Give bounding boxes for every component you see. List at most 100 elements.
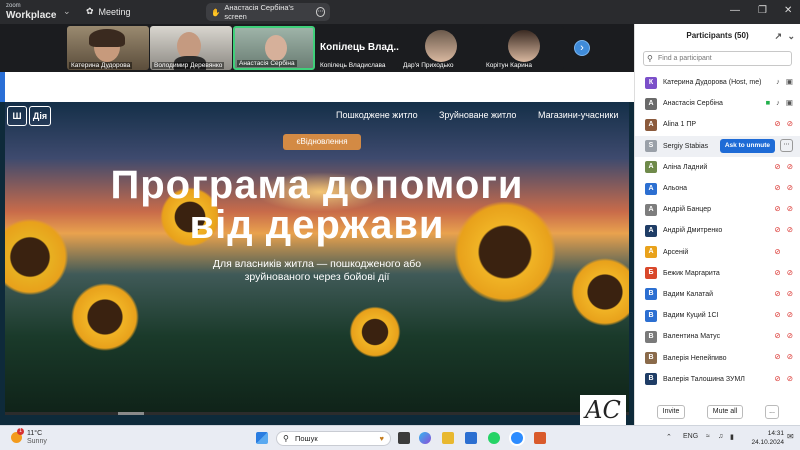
microphone-muted-icon: ⊘	[774, 246, 781, 256]
scrollbar-thumb[interactable]	[118, 412, 144, 415]
participant-list: К Катерина Дудорова (Host, me) ♪ ▣ А Анастасі…	[635, 72, 800, 390]
file-explorer-icon[interactable]	[442, 432, 454, 444]
mute-all-button[interactable]: Mute all	[707, 405, 743, 419]
wifi-icon[interactable]: ≈	[706, 433, 710, 440]
hand-icon: ✋	[211, 7, 221, 17]
video-tile[interactable]: Володимир Деревянко	[150, 26, 232, 70]
participant-row[interactable]: А Андрій Дмитренко ⊘ ⊘	[635, 220, 800, 241]
participant-name: Вадим Калатай	[663, 290, 714, 298]
participant-row[interactable]: А Альона ⊘ ⊘	[635, 178, 800, 199]
video-tile-active[interactable]: Анастасія Сербіна	[233, 26, 315, 70]
video-tile[interactable]: Катерина Дудорова	[67, 26, 149, 70]
task-view-icon[interactable]	[398, 432, 410, 444]
copilot-icon[interactable]	[419, 432, 431, 444]
diia-logo[interactable]: Дія	[29, 106, 51, 126]
whatsapp-icon[interactable]	[488, 432, 500, 444]
volume-icon[interactable]: ♫	[718, 433, 723, 440]
participant-hair	[89, 29, 125, 47]
search-icon: ⚲	[283, 434, 289, 443]
participant-row[interactable]: А Андрій Банцер ⊘ ⊘	[635, 199, 800, 220]
nav-link-damaged[interactable]: Пошкоджене житло	[336, 110, 418, 120]
participant-status-icons: ⊘⊘	[774, 374, 793, 383]
video-tile[interactable]: Дар'я Приходько	[399, 26, 481, 70]
participant-row[interactable]: А Арсеній ⊘⊘	[635, 242, 800, 263]
camera-off-icon: ⊘	[786, 182, 793, 192]
participant-status-icons: ⊘⊘	[774, 289, 793, 298]
participant-row[interactable]: В Вадим Калатай ⊘ ⊘	[635, 284, 800, 305]
avatar: В	[645, 288, 657, 301]
popout-icon[interactable]: ↗	[774, 24, 782, 48]
avatar: А	[645, 224, 657, 237]
weather-widget[interactable]: 1 11°C Sunny	[11, 428, 47, 446]
windows-start-icon[interactable]	[256, 432, 268, 444]
language-indicator[interactable]: ENG	[683, 433, 698, 440]
participant-status-icons: ⊘⊘	[774, 352, 793, 361]
chevron-down-icon[interactable]: ⌄	[63, 6, 71, 17]
participant-face	[265, 35, 287, 61]
participant-row[interactable]: А Анастасія Сербіна ■ ♪ ▣	[635, 93, 800, 114]
close-icon[interactable]: ✕	[784, 5, 792, 16]
avatar: A	[645, 118, 657, 131]
microphone-muted-icon: ⊘	[774, 182, 781, 192]
video-tile-big-name: Копілець Влад...	[320, 42, 402, 53]
more-button[interactable]: ...	[765, 405, 779, 419]
camera-off-icon: ⊘	[786, 310, 793, 320]
minimize-icon[interactable]: —	[730, 5, 740, 16]
participant-row[interactable]: К Катерина Дудорова (Host, me) ♪ ▣	[635, 72, 800, 93]
participant-name: Аліна Ладний	[663, 163, 708, 171]
powerpoint-icon[interactable]	[534, 432, 546, 444]
participant-row[interactable]: В Валентина Матус ⊘ ⊘	[635, 326, 800, 347]
participant-status-icons: ⊘⊘	[774, 310, 793, 319]
tray-chevron-icon[interactable]: ⌃	[666, 433, 672, 441]
trident-logo[interactable]: Ш	[7, 106, 27, 126]
microphone-muted-icon: ⊘	[774, 373, 781, 383]
meeting-menu[interactable]: ✿ Meeting	[86, 6, 131, 17]
participant-row[interactable]: В Валерія Непейпиво ⊘ ⊘	[635, 347, 800, 368]
participant-name: Валентина Матус	[663, 333, 721, 341]
camera-icon: ▣	[785, 98, 793, 108]
participant-row[interactable]: A Alina 1 ПР ⊘ ⊘	[635, 114, 800, 135]
video-tile[interactable]: Корітун Карина	[482, 26, 564, 70]
participant-row[interactable]: S Sergiy Stabias Ask to unmute ⋯	[635, 135, 800, 157]
camera-off-icon: ⊘	[786, 204, 793, 214]
weather-condition: Sunny	[27, 438, 47, 445]
participant-row[interactable]: В Вадим Куций 1СІ ⊘ ⊘	[635, 305, 800, 326]
microphone-muted-icon: ⊘	[774, 310, 781, 320]
avatar: S	[645, 140, 657, 153]
more-options-icon[interactable]: ⋯	[315, 7, 325, 17]
avatar: А	[645, 246, 657, 259]
participant-row[interactable]: А Аліна Ладний ⊘ ⊘	[635, 157, 800, 178]
store-icon[interactable]	[465, 432, 477, 444]
more-options-icon[interactable]: ⋯	[780, 138, 793, 152]
microphone-muted-icon: ⊘	[774, 288, 781, 298]
paw-icon: ✿	[86, 6, 94, 16]
participant-name: Бежик Маргарита	[663, 269, 720, 277]
zoom-taskbar-icon[interactable]	[511, 432, 523, 444]
notification-bell-icon[interactable]: ✉	[787, 432, 794, 441]
chevron-down-icon[interactable]: ⌄	[787, 24, 795, 48]
participant-name: Альона	[663, 185, 688, 193]
avatar: Б	[645, 267, 657, 280]
system-clock[interactable]: 14:31 24.10.2024	[744, 429, 784, 447]
nav-link-stores[interactable]: Магазини-учасники	[538, 110, 618, 120]
next-page-button[interactable]: ›	[574, 40, 590, 56]
windows-taskbar: 1 11°C Sunny ⚲ Пошук ♥ ⌃ ENG ≈ ♫ ▮ 14:31…	[0, 425, 800, 450]
participants-title: Participants (50)	[686, 31, 749, 40]
avatar	[508, 30, 540, 62]
nav-link-destroyed[interactable]: Зруйноване житло	[439, 110, 516, 120]
participant-status-icons: ⊘⊘	[774, 162, 793, 171]
participant-row[interactable]: Б Бежик Маргарита ⊘ ⊘	[635, 263, 800, 284]
video-tile-name: Володимир Деревянко	[152, 62, 225, 69]
battery-icon[interactable]: ▮	[730, 433, 734, 441]
participant-row[interactable]: В Валерія Талошина ЗУМЛ ⊘ ⊘	[635, 369, 800, 390]
program-tag: єВідновлення	[283, 134, 361, 150]
participants-footer: Invite Mute all ...	[635, 400, 800, 425]
taskbar-search[interactable]: ⚲ Пошук ♥	[276, 431, 391, 446]
invite-button[interactable]: Invite	[657, 405, 685, 419]
participant-search-input[interactable]: ⚲ Find a participant	[643, 51, 792, 66]
ask-to-unmute-button[interactable]: Ask to unmute	[719, 138, 775, 153]
camera-off-icon: ⊘	[786, 225, 793, 235]
horizontal-scrollbar[interactable]	[5, 412, 629, 415]
share-indicator[interactable]: ✋ Анастасія Сербіна's screen ⋯	[206, 3, 330, 21]
restore-icon[interactable]: ❐	[758, 5, 767, 16]
